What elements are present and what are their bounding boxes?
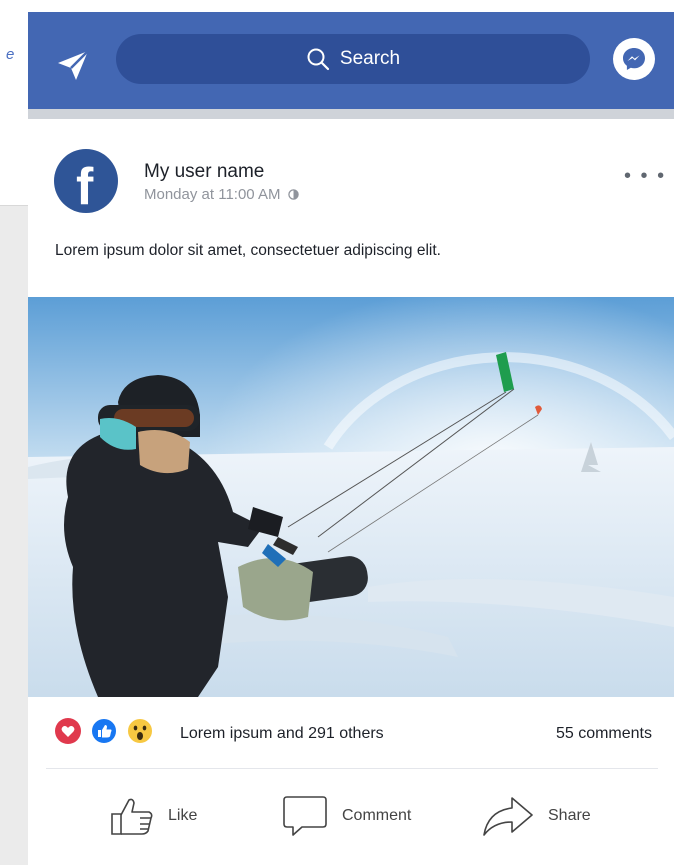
comment-button[interactable]: Comment [282, 788, 411, 844]
search-label: Search [339, 48, 401, 69]
background-window-strip: e [0, 0, 28, 865]
post-header: f My user name Monday at 11:00 AM • • • [28, 119, 674, 229]
search-input[interactable]: Search [116, 34, 590, 84]
share-label: Share [548, 807, 591, 824]
comment-icon [283, 796, 327, 836]
post-meta: Monday at 11:00 AM [144, 186, 300, 203]
like-button[interactable]: Like [110, 788, 197, 844]
post-photo[interactable] [28, 297, 674, 697]
comments-count[interactable]: 55 comments [556, 725, 652, 743]
send-icon[interactable] [56, 48, 90, 82]
search-icon [307, 48, 329, 71]
background-window-panel: e [0, 0, 28, 206]
like-label: Like [168, 807, 198, 824]
comment-label: Comment [342, 807, 412, 824]
like-icon [111, 798, 153, 835]
background-window-edge-text: e [6, 46, 15, 63]
messenger-icon [623, 48, 645, 70]
wow-reaction-icon [126, 717, 154, 745]
status-strip [28, 0, 674, 12]
reaction-icons[interactable] [54, 717, 170, 745]
love-reaction-icon [55, 718, 81, 744]
top-navigation-bar: Search [28, 12, 674, 109]
actions-divider [46, 768, 658, 769]
facebook-mobile-mockup: Search f My user name Monday at 11:00 AM… [28, 0, 674, 865]
post-timestamp[interactable]: Monday at 11:00 AM [144, 186, 280, 203]
like-reaction-icon [90, 717, 118, 745]
feed-separator [28, 109, 674, 119]
share-button[interactable]: Share [482, 788, 591, 844]
avatar[interactable]: f [54, 149, 118, 213]
messenger-button[interactable] [613, 38, 655, 80]
post-author-name[interactable]: My user name [144, 161, 264, 183]
reactions-row: Lorem ipsum and 291 others 55 comments [28, 705, 674, 755]
privacy-globe-icon [288, 189, 300, 200]
more-options-icon[interactable]: • • • [624, 166, 666, 186]
facebook-logo-icon: f [76, 158, 94, 213]
share-icon [483, 797, 533, 836]
post-body-text: Lorem ipsum dolor sit amet, consectetuer… [55, 242, 441, 259]
reactions-count[interactable]: Lorem ipsum and 291 others [180, 725, 384, 743]
